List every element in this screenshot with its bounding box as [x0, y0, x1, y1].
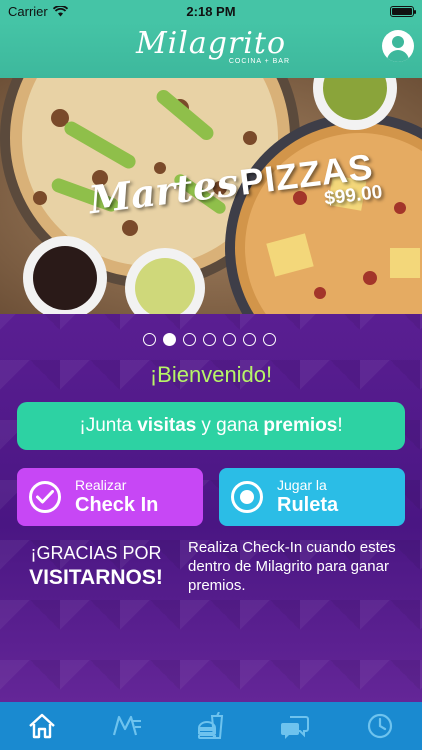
- pager-dot[interactable]: [243, 333, 256, 346]
- pager-dot[interactable]: [203, 333, 216, 346]
- status-bar: Carrier 2:18 PM: [0, 0, 422, 22]
- tab-home[interactable]: [22, 709, 62, 743]
- banner-text-5: !: [337, 415, 343, 436]
- thanks-line-1: ¡GRACIAS POR: [30, 543, 162, 563]
- tab-bar: [0, 702, 422, 750]
- tab-chat[interactable]: [275, 709, 315, 743]
- banner-text-2: visitas: [137, 415, 197, 436]
- pager-dot[interactable]: [263, 333, 276, 346]
- tab-history[interactable]: [360, 709, 400, 743]
- logo-text: Milagrito: [135, 26, 287, 61]
- thanks-line-2: VISITARNOS!: [29, 566, 163, 589]
- menu-logo-icon: [112, 715, 141, 736]
- carousel-pager[interactable]: [143, 333, 276, 346]
- check-in-button[interactable]: Realizar Check In: [17, 468, 203, 526]
- clock-icon: [367, 713, 392, 739]
- banner-text-4: premios: [263, 415, 338, 436]
- chat-icon: [281, 716, 310, 739]
- rewards-banner-button[interactable]: ¡Junta visitas y gana premios!: [17, 402, 405, 450]
- pager-dot-active[interactable]: [163, 333, 176, 346]
- pager-dot[interactable]: [183, 333, 196, 346]
- ruleta-label: Ruleta: [277, 494, 339, 516]
- pager-dot[interactable]: [223, 333, 236, 346]
- carrier-label: Carrier: [8, 3, 48, 19]
- home-icon: [29, 713, 55, 739]
- battery-icon: [390, 5, 416, 17]
- ruleta-button[interactable]: Jugar la Ruleta: [219, 468, 405, 526]
- wifi-icon: [52, 5, 68, 16]
- tab-food[interactable]: [191, 709, 231, 743]
- check-in-small-label: Realizar: [75, 477, 127, 493]
- tab-menu[interactable]: [107, 709, 147, 743]
- promo-banner[interactable]: MartesPIZZAS $99.00: [0, 78, 422, 314]
- banner-text-1: ¡Junta: [79, 415, 133, 436]
- app-header: Milagrito COCINA + BAR: [0, 22, 422, 78]
- food-drink-icon: [197, 712, 224, 739]
- banner-text-3: y gana: [201, 415, 259, 436]
- check-circle-icon: [29, 481, 61, 513]
- ruleta-small-label: Jugar la: [277, 477, 327, 493]
- user-circle-icon[interactable]: [382, 30, 414, 62]
- status-time: 2:18 PM: [186, 3, 236, 19]
- logo-subtext: COCINA + BAR: [228, 58, 291, 65]
- radio-circle-icon: [231, 481, 263, 513]
- welcome-title: ¡Bienvenido!: [149, 362, 273, 387]
- check-in-label: Check In: [75, 494, 159, 516]
- pager-dot[interactable]: [143, 333, 156, 346]
- check-in-info-text: Realiza Check-In cuando estes dentro de …: [188, 539, 396, 594]
- thanks-message: ¡GRACIAS POR VISITARNOS!: [17, 543, 175, 590]
- brand-logo: Milagrito COCINA + BAR: [135, 26, 289, 65]
